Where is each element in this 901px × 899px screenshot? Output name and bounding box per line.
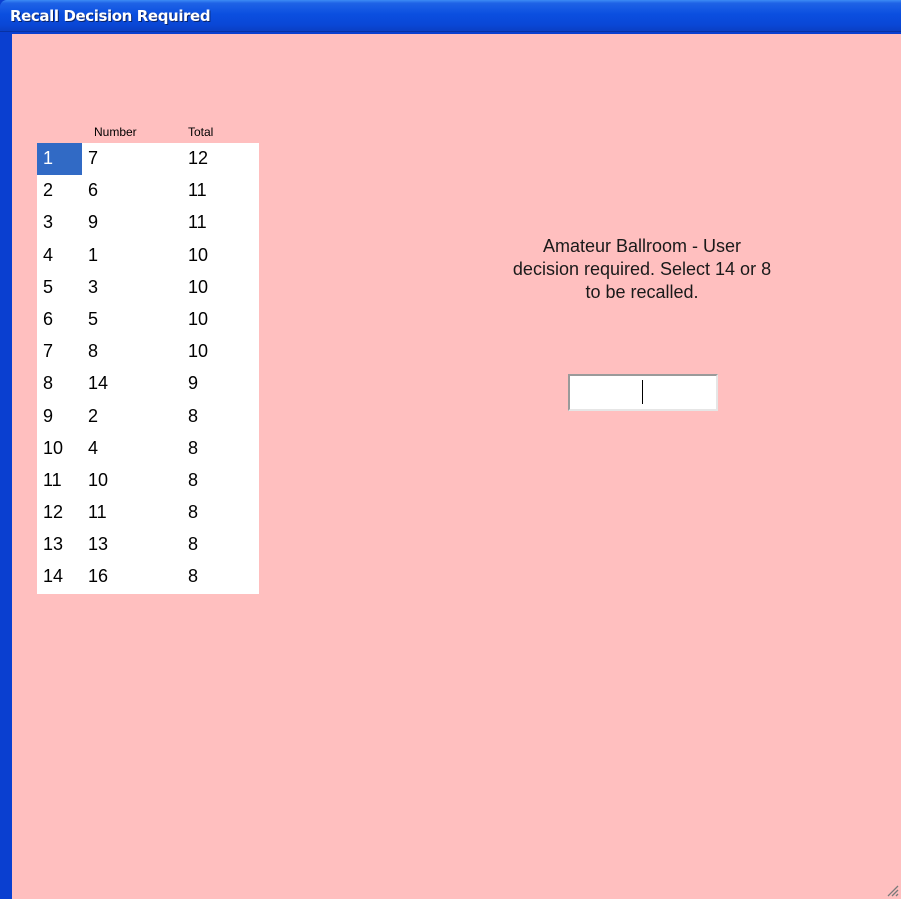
number-cell[interactable]: 6	[88, 180, 98, 201]
total-cell[interactable]: 9	[188, 373, 198, 394]
total-cell[interactable]: 11	[188, 180, 207, 201]
table-row[interactable]: 5 3 10	[37, 272, 259, 304]
number-cell[interactable]: 11	[88, 502, 107, 523]
number-cell[interactable]: 3	[88, 277, 98, 298]
table-row[interactable]: 4 1 10	[37, 240, 259, 272]
number-cell[interactable]: 7	[88, 148, 98, 169]
grid-body: 1 7 12 2 6 11 3 9 11 4 1 10 5 3 10 6 5 10 7 8 10 8 14 9 9 2 8 10 4 8 1…	[37, 143, 259, 594]
number-cell[interactable]: 5	[88, 309, 98, 330]
row-index-cell[interactable]: 7	[43, 341, 53, 362]
table-row[interactable]: 7 8 10	[37, 336, 259, 368]
total-cell[interactable]: 10	[188, 341, 208, 362]
table-row[interactable]: 12 11 8	[37, 497, 259, 529]
text-caret	[642, 380, 643, 404]
total-cell[interactable]: 8	[188, 406, 198, 427]
number-cell[interactable]: 2	[88, 406, 98, 427]
window-title: Recall Decision Required	[10, 7, 211, 25]
table-row[interactable]: 9 2 8	[37, 401, 259, 433]
table-row[interactable]: 11 10 8	[37, 465, 259, 497]
table-row[interactable]: 14 16 8	[37, 561, 259, 593]
message-line: decision required. Select 14 or 8	[512, 259, 772, 279]
table-row[interactable]: 8 14 9	[37, 368, 259, 400]
recall-decision-window: Recall Decision Required Number Total 17…	[0, 0, 901, 899]
standings-grid: Number Total 1 7 12 2 6 11 3 9 11 4 1 10 5 3 10 6 5 10 7 8 1…	[37, 122, 259, 594]
row-index-cell[interactable]: 12	[43, 502, 63, 523]
number-cell[interactable]: 10	[88, 470, 108, 491]
message-line: to be recalled.	[585, 282, 699, 302]
table-row[interactable]: 2 6 11	[37, 175, 259, 207]
table-row[interactable]: 6 5 10	[37, 304, 259, 336]
message-line: Amateur Ballroom - User	[542, 236, 742, 256]
row-index-cell[interactable]: 8	[43, 373, 53, 394]
row-index-cell[interactable]: 9	[43, 406, 53, 427]
total-cell[interactable]: 8	[188, 470, 198, 491]
recall-choice-input[interactable]	[568, 374, 718, 411]
column-header-total[interactable]: Total	[188, 125, 213, 139]
row-index-cell[interactable]: 13	[43, 534, 63, 555]
total-cell[interactable]: 8	[188, 502, 198, 523]
row-index-cell[interactable]: 2	[43, 180, 53, 201]
row-index-cell[interactable]: 11	[43, 470, 62, 491]
total-cell[interactable]: 10	[188, 245, 208, 266]
row-index-cell[interactable]: 10	[43, 438, 63, 459]
row-index-cell[interactable]: 6	[43, 309, 53, 330]
row-index-cell[interactable]: 3	[43, 212, 53, 233]
client-area: Number Total 1 7 12 2 6 11 3 9 11 4 1 10 5 3 10 6 5 10 7 8 1…	[12, 34, 901, 899]
total-cell[interactable]: 8	[188, 534, 198, 555]
table-row[interactable]: 13 13 8	[37, 529, 259, 561]
number-cell[interactable]: 1	[88, 245, 98, 266]
number-cell[interactable]: 4	[88, 438, 98, 459]
row-index-cell[interactable]: 14	[43, 566, 63, 587]
row-index-cell[interactable]: 5	[43, 277, 53, 298]
total-cell[interactable]: 12	[188, 148, 208, 169]
total-cell[interactable]: 10	[188, 277, 208, 298]
total-cell[interactable]: 8	[188, 566, 198, 587]
total-cell[interactable]: 8	[188, 438, 198, 459]
number-cell[interactable]: 16	[88, 566, 108, 587]
decision-message: Amateur Ballroom - User decision require…	[452, 235, 832, 304]
total-cell[interactable]: 10	[188, 309, 208, 330]
grid-header: Number Total	[37, 122, 259, 143]
table-row[interactable]: 3 9 11	[37, 207, 259, 239]
row-index-cell[interactable]: 1	[43, 148, 53, 169]
number-cell[interactable]: 9	[88, 212, 98, 233]
resize-grip-icon[interactable]	[885, 883, 899, 897]
row-index-cell[interactable]: 4	[43, 245, 53, 266]
number-cell[interactable]: 8	[88, 341, 98, 362]
total-cell[interactable]: 11	[188, 212, 207, 233]
title-bar[interactable]: Recall Decision Required	[0, 0, 901, 32]
number-cell[interactable]: 14	[88, 373, 108, 394]
table-row[interactable]: 1 7 12	[37, 143, 259, 176]
column-header-number[interactable]: Number	[94, 125, 137, 139]
number-cell[interactable]: 13	[88, 534, 108, 555]
table-row[interactable]: 10 4 8	[37, 433, 259, 465]
